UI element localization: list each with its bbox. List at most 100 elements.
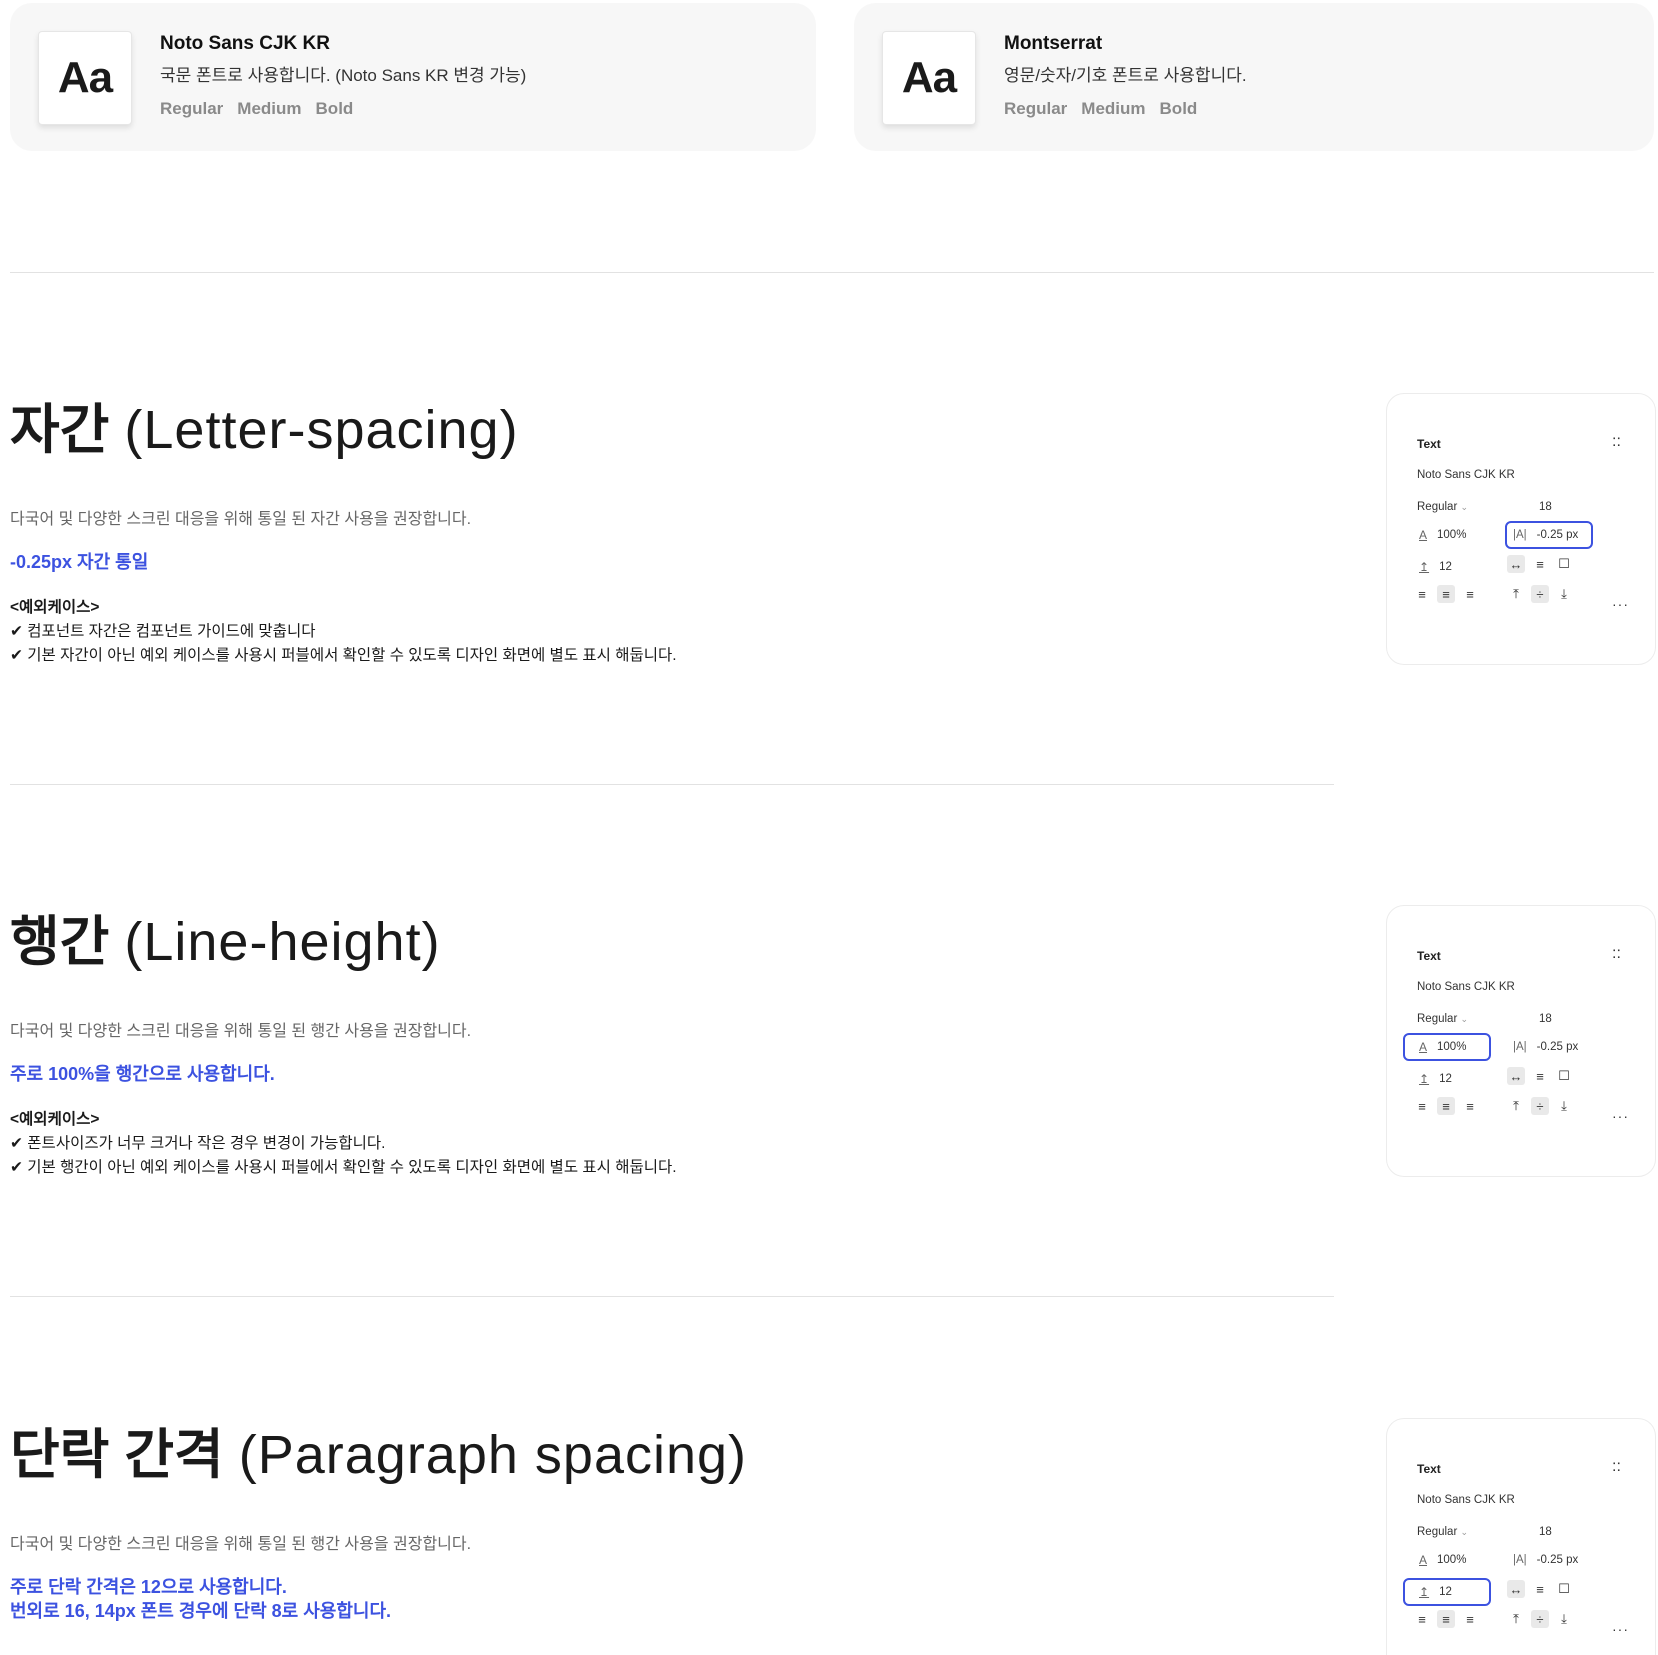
line-height-icon: A [1419,1040,1428,1054]
more-options-icon[interactable]: ··· [1612,1621,1629,1637]
letter-spacing-value: -0.25 px [1536,1041,1579,1053]
align-bottom-icon[interactable]: ⤓ [1555,1097,1573,1115]
align-top-icon[interactable]: ⤒ [1507,1610,1525,1628]
line-height-value: 100% [1437,529,1467,541]
grid-dots-icon[interactable]: :: [1612,945,1621,963]
paragraph-spacing-value: 12 [1439,561,1452,573]
font-name: Noto Sans CJK KR [160,33,330,54]
rule-line: 주로 100%을 행간으로 사용합니다. [10,1064,275,1084]
align-right-icon[interactable]: ≡ [1461,585,1479,603]
font-size-input[interactable]: 18 [1539,501,1552,513]
resize-options: ↔ ≡ ☐ [1507,1067,1573,1085]
font-weight-select[interactable]: Regular ⌄ [1417,1526,1468,1538]
text-properties-panel: Text :: Noto Sans CJK KR Regular ⌄ 18 A … [1386,1418,1656,1655]
font-weights: Regular Medium Bold [1004,99,1197,119]
auto-width-icon[interactable]: ↔ [1507,555,1525,573]
section-rule: 주로 단락 간격은 12으로 사용합니다. 번외로 16, 14px 폰트 경우… [10,1575,391,1623]
rule-line: -0.25px 자간 통일 [10,552,149,572]
fixed-size-icon[interactable]: ☐ [1555,1067,1573,1085]
align-top-icon[interactable]: ⤒ [1507,1097,1525,1115]
line-height-value: 100% [1437,1041,1467,1053]
align-center-icon[interactable]: ≡ [1437,1097,1455,1115]
title-ko: 자간 [10,400,110,460]
line-height-field[interactable]: A 100% [1403,521,1491,549]
auto-height-icon[interactable]: ≡ [1531,1580,1549,1598]
line-height-icon: A [1419,1553,1428,1567]
weight-value: Regular [1417,1526,1458,1538]
letter-spacing-icon: |A| [1513,1554,1527,1566]
section-title-letter-spacing: 자간 (Letter-spacing) [10,385,519,464]
align-left-icon[interactable]: ≡ [1413,1097,1431,1115]
font-family-select[interactable]: Noto Sans CJK KR [1417,469,1515,481]
line-height-field[interactable]: A 100% [1403,1033,1491,1061]
rule-line: 주로 단락 간격은 12으로 사용합니다. [10,1577,287,1597]
title-ko: 행간 [10,912,110,972]
font-sample-swatch: Aa [882,31,976,125]
fixed-size-icon[interactable]: ☐ [1555,1580,1573,1598]
panel-title: Text [1417,1462,1441,1476]
resize-options: ↔ ≡ ☐ [1507,555,1573,573]
exceptions-title: <예외케이스> [10,1111,100,1128]
letter-spacing-field[interactable]: |A| -0.25 px [1505,1546,1593,1574]
letter-spacing-field[interactable]: |A| -0.25 px [1505,521,1593,549]
align-bottom-icon[interactable]: ⤓ [1555,585,1573,603]
paragraph-spacing-value: 12 [1439,1073,1452,1085]
title-ko: 단락 간격 [10,1425,224,1485]
exception-item: ✔ 컴포넌트 자간은 컴포넌트 가이드에 맞춥니다 [10,623,316,640]
letter-spacing-field[interactable]: |A| -0.25 px [1505,1033,1593,1061]
font-size-input[interactable]: 18 [1539,1013,1552,1025]
auto-height-icon[interactable]: ≡ [1531,555,1549,573]
paragraph-spacing-field[interactable]: ↥ 12 [1403,553,1491,581]
align-right-icon[interactable]: ≡ [1461,1097,1479,1115]
font-card-montserrat: Aa Montserrat 영문/숫자/기호 폰트로 사용합니다. Regula… [854,3,1654,151]
paragraph-spacing-icon: ↥ [1419,1072,1430,1086]
paragraph-spacing-field[interactable]: ↥ 12 [1403,1065,1491,1093]
align-center-icon[interactable]: ≡ [1437,585,1455,603]
font-family-select[interactable]: Noto Sans CJK KR [1417,1494,1515,1506]
vertical-align-options: ⤒ ÷ ⤓ [1507,585,1573,603]
section-description: 다국어 및 다양한 스크린 대응을 위해 통일 된 행간 사용을 권장합니다. [10,1023,472,1040]
align-left-icon[interactable]: ≡ [1413,1610,1431,1628]
chevron-down-icon: ⌄ [1460,1527,1469,1537]
text-properties-panel: Text :: Noto Sans CJK KR Regular ⌄ 18 A … [1386,393,1656,665]
font-family-select[interactable]: Noto Sans CJK KR [1417,981,1515,993]
vertical-align-options: ⤒ ÷ ⤓ [1507,1610,1573,1628]
horizontal-align-options: ≡ ≡ ≡ [1413,1610,1479,1628]
align-middle-icon[interactable]: ÷ [1531,1610,1549,1628]
panel-title: Text [1417,437,1441,451]
more-options-icon[interactable]: ··· [1612,596,1629,612]
font-weight-select[interactable]: Regular ⌄ [1417,501,1468,513]
exception-item: ✔ 기본 자간이 아닌 예외 케이스를 사용시 퍼블에서 확인할 수 있도록 디… [10,647,677,664]
grid-dots-icon[interactable]: :: [1612,433,1621,451]
align-middle-icon[interactable]: ÷ [1531,1097,1549,1115]
auto-height-icon[interactable]: ≡ [1531,1067,1549,1085]
align-left-icon[interactable]: ≡ [1413,585,1431,603]
chevron-down-icon: ⌄ [1460,1014,1469,1024]
divider [10,784,1334,785]
font-size-input[interactable]: 18 [1539,1526,1552,1538]
align-middle-icon[interactable]: ÷ [1531,585,1549,603]
font-description: 국문 폰트로 사용합니다. (Noto Sans KR 변경 가능) [160,66,527,85]
auto-width-icon[interactable]: ↔ [1507,1580,1525,1598]
paragraph-spacing-field[interactable]: ↥ 12 [1403,1578,1491,1606]
letter-spacing-value: -0.25 px [1536,529,1579,541]
auto-width-icon[interactable]: ↔ [1507,1067,1525,1085]
more-options-icon[interactable]: ··· [1612,1108,1629,1124]
grid-dots-icon[interactable]: :: [1612,1458,1621,1476]
font-weight-select[interactable]: Regular ⌄ [1417,1013,1468,1025]
weight-value: Regular [1417,1013,1458,1025]
panel-title: Text [1417,949,1441,963]
align-center-icon[interactable]: ≡ [1437,1610,1455,1628]
line-height-field[interactable]: A 100% [1403,1546,1491,1574]
align-right-icon[interactable]: ≡ [1461,1610,1479,1628]
align-top-icon[interactable]: ⤒ [1507,585,1525,603]
exception-item: ✔ 기본 행간이 아닌 예외 케이스를 사용시 퍼블에서 확인할 수 있도록 디… [10,1159,677,1176]
letter-spacing-icon: |A| [1513,529,1527,541]
line-height-icon: A [1419,528,1428,542]
section-description: 다국어 및 다양한 스크린 대응을 위해 통일 된 행간 사용을 권장합니다. [10,1536,472,1553]
align-bottom-icon[interactable]: ⤓ [1555,1610,1573,1628]
fixed-size-icon[interactable]: ☐ [1555,555,1573,573]
letter-spacing-value: -0.25 px [1536,1554,1579,1566]
chevron-down-icon: ⌄ [1460,502,1469,512]
resize-options: ↔ ≡ ☐ [1507,1580,1573,1598]
